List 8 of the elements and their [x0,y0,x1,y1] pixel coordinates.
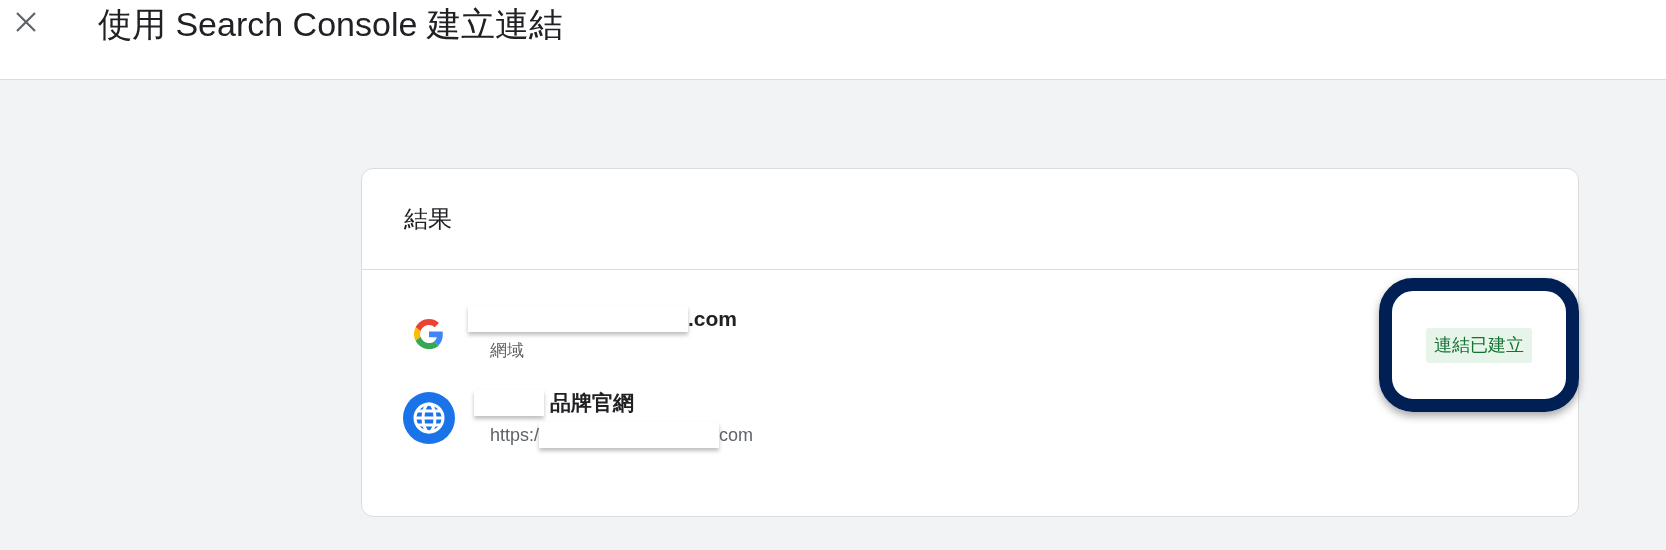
property-name: .com [688,306,737,333]
status-badge: 連結已建立 [1426,327,1532,363]
property-type: 網域 [490,340,525,362]
property-name: 品牌官網 [550,389,634,416]
page-title: 使用 Search Console 建立連結 [98,4,563,45]
url-text: com [719,423,754,447]
card-title: 結果 [404,204,452,234]
url-text: https:/ [490,423,540,447]
